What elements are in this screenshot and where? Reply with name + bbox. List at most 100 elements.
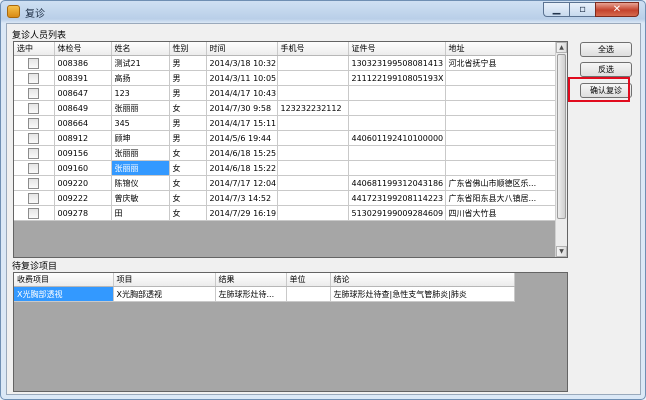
cell-id-no[interactable]: 513029199009284609	[348, 205, 446, 221]
cell-sex[interactable]: 男	[169, 55, 207, 71]
patients-column-header[interactable]: 地址	[445, 42, 557, 56]
title-bar[interactable]: 复诊 ▁ ▫ ✕	[1, 1, 645, 23]
table-row[interactable]: 009278 田女 2014/7/29 16:19 51302919900928460…	[14, 205, 557, 221]
table-row[interactable]: 008664 345 男 2014/4/17 15:11	[14, 115, 557, 131]
select-cell[interactable]	[14, 70, 55, 86]
select-cell[interactable]	[14, 130, 55, 146]
cell-address[interactable]: 广东省佛山市顺德区乐...	[445, 175, 557, 191]
cell-name[interactable]: 张丽丽	[111, 145, 170, 161]
cell-name[interactable]: 张丽丽	[111, 160, 170, 176]
cell-exam-no[interactable]: 008386	[54, 55, 112, 71]
table-row[interactable]: X光胸部透视 X光胸部透视 左肺球形灶待... 左肺球形灶待查|急性支气管肺炎|肺炎	[14, 286, 515, 302]
cell-sex[interactable]: 男	[169, 130, 207, 146]
table-row[interactable]: 008386 测试21 男 2014/3/18 10:32 13032319950808…	[14, 55, 557, 71]
table-row[interactable]: 009156 张丽丽女 2014/6/18 15:25	[14, 145, 557, 161]
scroll-thumb[interactable]	[557, 54, 566, 219]
row-checkbox[interactable]	[28, 177, 40, 189]
cell-exam-no[interactable]: 008647	[54, 85, 112, 101]
patients-column-header[interactable]: 选中	[14, 42, 55, 56]
cell-time[interactable]: 2014/5/6 19:44	[206, 130, 278, 146]
cell-exam-no[interactable]: 009220	[54, 175, 112, 191]
minimize-button[interactable]: ▁	[543, 2, 569, 17]
select-cell[interactable]	[14, 145, 55, 161]
cell-time[interactable]: 2014/7/17 12:04	[206, 175, 278, 191]
patients-column-header[interactable]: 手机号	[277, 42, 349, 56]
cell-name[interactable]: 高扬	[111, 70, 170, 86]
cell-id-no[interactable]: 440601192410100000	[348, 130, 446, 146]
scroll-up-arrow-icon[interactable]: ▲	[556, 42, 567, 53]
cell-address[interactable]	[445, 130, 557, 146]
patients-column-header[interactable]: 体检号	[54, 42, 112, 56]
cell-item[interactable]: X光胸部透视	[113, 286, 216, 302]
select-cell[interactable]	[14, 190, 55, 206]
cell-address[interactable]	[445, 160, 557, 176]
select-cell[interactable]	[14, 115, 55, 131]
cell-id-no[interactable]	[348, 160, 446, 176]
row-checkbox[interactable]	[28, 207, 40, 219]
table-row[interactable]: 009220 陈锦仪女 2014/7/17 12:04 440681199312043…	[14, 175, 557, 191]
cell-sex[interactable]: 女	[169, 190, 207, 206]
cell-phone[interactable]	[277, 190, 349, 206]
cell-phone[interactable]	[277, 115, 349, 131]
row-checkbox[interactable]	[28, 132, 40, 144]
cell-name[interactable]: 陈锦仪	[111, 175, 170, 191]
cell-sex[interactable]: 男	[169, 115, 207, 131]
cell-phone[interactable]	[277, 145, 349, 161]
cell-sex[interactable]: 女	[169, 205, 207, 221]
cell-exam-no[interactable]: 009222	[54, 190, 112, 206]
cell-time[interactable]: 2014/3/11 10:05	[206, 70, 278, 86]
row-checkbox[interactable]	[28, 192, 40, 204]
select-all-button[interactable]: 全选	[580, 42, 632, 57]
row-checkbox[interactable]	[28, 162, 40, 174]
cell-id-no[interactable]	[348, 100, 446, 116]
cell-result[interactable]: 左肺球形灶待...	[215, 286, 287, 302]
cell-phone[interactable]	[277, 175, 349, 191]
cell-exam-no[interactable]: 008912	[54, 130, 112, 146]
cell-name[interactable]: 顾坤	[111, 130, 170, 146]
table-row[interactable]: 009160 张丽丽女 2014/6/18 15:22	[14, 160, 557, 176]
row-checkbox[interactable]	[28, 72, 40, 84]
cell-sex[interactable]: 女	[169, 160, 207, 176]
cell-address[interactable]	[445, 145, 557, 161]
table-row[interactable]: 008391 高扬男 2014/3/11 10:05 2111221991080519…	[14, 70, 557, 86]
table-row[interactable]: 009222 曾庆敏女 2014/7/3 14:52 4417231992081142…	[14, 190, 557, 206]
select-cell[interactable]	[14, 175, 55, 191]
patients-column-header[interactable]: 性别	[169, 42, 207, 56]
select-cell[interactable]	[14, 100, 55, 116]
row-checkbox[interactable]	[28, 57, 40, 69]
cell-unit[interactable]	[286, 286, 331, 302]
maximize-button[interactable]: ▫	[569, 2, 595, 17]
pending-grid[interactable]: 收费项目 项目 结果 单位 结论 X光胸部透视 X光胸部透视 左肺球形灶待... 左肺球形灶待…	[13, 272, 568, 392]
cell-phone[interactable]	[277, 130, 349, 146]
cell-id-no[interactable]: 440681199312043186	[348, 175, 446, 191]
cell-phone[interactable]	[277, 55, 349, 71]
table-row[interactable]: 008912 顾坤男 2014/5/6 19:44 44060119241010000…	[14, 130, 557, 146]
cell-phone[interactable]	[277, 85, 349, 101]
pending-column-header[interactable]: 项目	[113, 273, 216, 287]
select-cell[interactable]	[14, 55, 55, 71]
pending-column-header[interactable]: 单位	[286, 273, 331, 287]
cell-exam-no[interactable]: 009278	[54, 205, 112, 221]
patients-column-header[interactable]: 证件号	[348, 42, 446, 56]
cell-exam-no[interactable]: 008649	[54, 100, 112, 116]
cell-address[interactable]	[445, 115, 557, 131]
cell-sex[interactable]: 女	[169, 145, 207, 161]
patients-column-header[interactable]: 时间	[206, 42, 278, 56]
cell-id-no[interactable]	[348, 115, 446, 131]
patients-column-header[interactable]: 姓名	[111, 42, 170, 56]
cell-name[interactable]: 测试21	[111, 55, 170, 71]
cell-name[interactable]: 田	[111, 205, 170, 221]
table-row[interactable]: 008649 张丽丽女 2014/7/30 9:58 123232232112	[14, 100, 557, 116]
cell-address[interactable]: 四川省大竹县	[445, 205, 557, 221]
cell-name[interactable]: 123	[111, 85, 170, 101]
cell-address[interactable]: 广东省阳东县大八镇居...	[445, 190, 557, 206]
row-checkbox[interactable]	[28, 102, 40, 114]
cell-exam-no[interactable]: 009156	[54, 145, 112, 161]
cell-name[interactable]: 345	[111, 115, 170, 131]
cell-time[interactable]: 2014/7/29 16:19	[206, 205, 278, 221]
row-checkbox[interactable]	[28, 147, 40, 159]
select-cell[interactable]	[14, 160, 55, 176]
pending-column-header[interactable]: 结论	[330, 273, 515, 287]
cell-id-no[interactable]: 441723199208114223	[348, 190, 446, 206]
select-cell[interactable]	[14, 85, 55, 101]
